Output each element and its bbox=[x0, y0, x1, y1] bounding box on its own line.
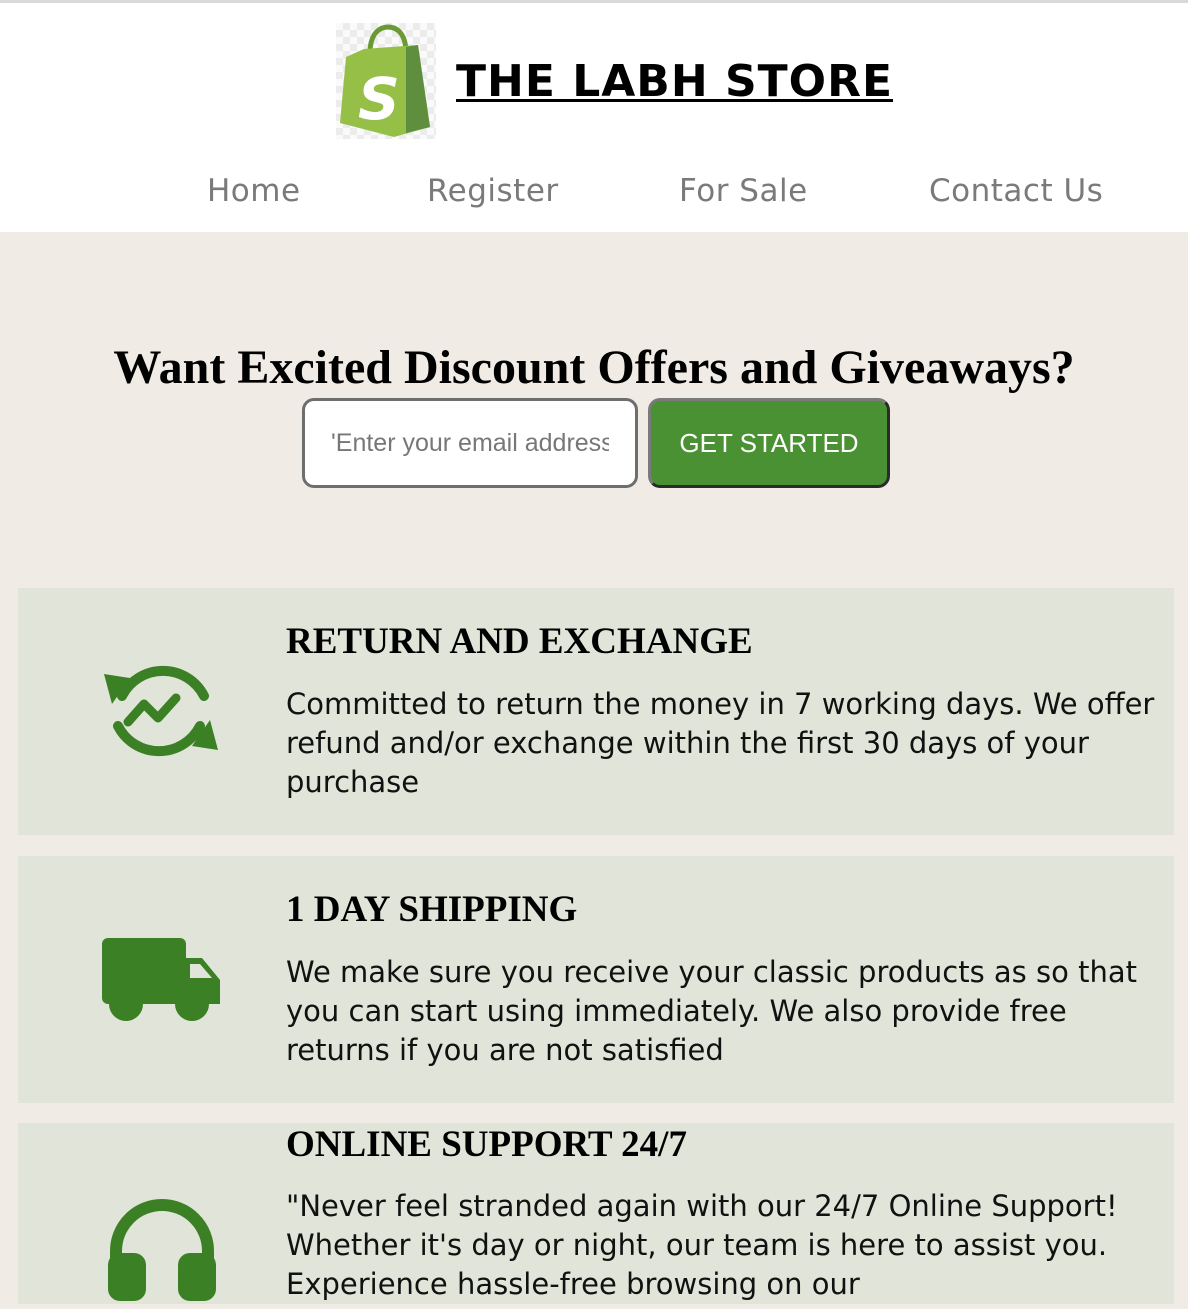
feature-title: 1 DAY SHIPPING bbox=[286, 889, 578, 930]
main-nav: Home Register For Sale Contact Us bbox=[0, 173, 1188, 219]
get-started-button[interactable]: GET STARTED bbox=[648, 398, 890, 488]
feature-text: Committed to return the money in 7 worki… bbox=[286, 687, 1155, 799]
truck-icon bbox=[102, 934, 222, 1031]
nav-item-contact-us[interactable]: Contact Us bbox=[929, 173, 1103, 209]
nav-item-for-sale[interactable]: For Sale bbox=[679, 173, 808, 209]
refresh-trend-icon bbox=[100, 656, 222, 773]
feature-card: 1 DAY SHIPPING We make sure you receive … bbox=[18, 856, 1174, 1103]
feature-title: ONLINE SUPPORT 24/7 bbox=[286, 1124, 687, 1165]
feature-title: RETURN AND EXCHANGE bbox=[286, 621, 753, 662]
feature-text: We make sure you receive your classic pr… bbox=[286, 955, 1137, 1067]
nav-item-register[interactable]: Register bbox=[427, 173, 559, 209]
svg-text:S: S bbox=[358, 65, 400, 133]
shopping-bag-logo-icon[interactable]: S bbox=[336, 23, 436, 139]
brand-name-link[interactable]: THE LABH STORE bbox=[456, 56, 893, 107]
feature-text: "Never feel stranded again with our 24/7… bbox=[286, 1189, 1118, 1301]
site-header: S THE LABH STORE Home Register For Sale … bbox=[0, 3, 1188, 232]
email-input[interactable] bbox=[302, 398, 638, 488]
nav-item-home[interactable]: Home bbox=[207, 173, 301, 209]
brand: S THE LABH STORE bbox=[336, 21, 893, 141]
feature-card: ONLINE SUPPORT 24/7 "Never feel stranded… bbox=[18, 1123, 1174, 1304]
promo-title: Want Excited Discount Offers and Giveawa… bbox=[113, 341, 1075, 394]
feature-card: RETURN AND EXCHANGE Committed to return … bbox=[18, 588, 1174, 835]
headset-icon bbox=[104, 1195, 220, 1309]
